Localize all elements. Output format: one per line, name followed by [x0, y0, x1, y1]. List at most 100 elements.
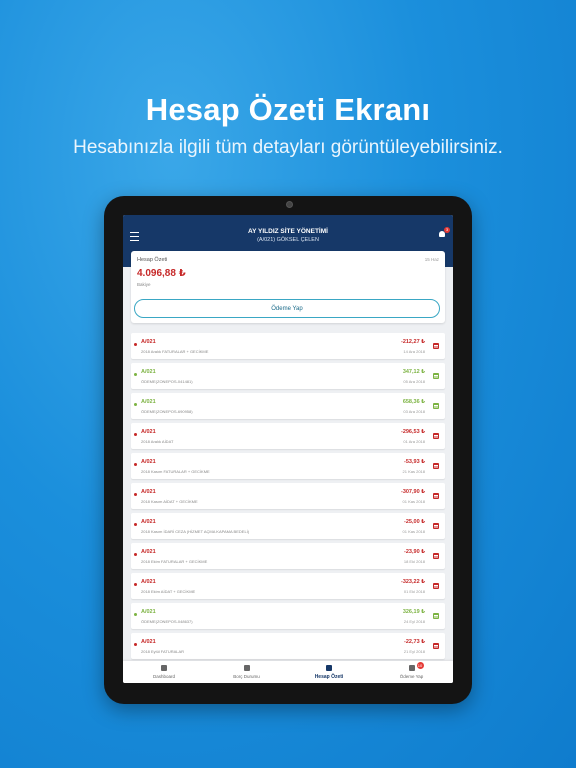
transaction-date: 01 Ara 2018: [403, 439, 425, 444]
dashboard-icon: [161, 665, 167, 671]
status-dot-icon: [134, 403, 137, 406]
transaction-description: ÖDEME(ZONEPOS-690958): [141, 409, 193, 414]
app-screen: AY YILDIZ SİTE YÖNETİMİ (A/021) GÖKSEL Ç…: [123, 215, 453, 683]
transaction-row[interactable]: A/021 ÖDEME(ZONEPOS-041481) 347,12 ₺ 05 Ara…: [131, 363, 445, 389]
document-icon[interactable]: [433, 493, 439, 499]
transaction-code: A/021: [141, 609, 156, 615]
status-dot-icon: [134, 643, 137, 646]
account-summary-card: Hesap Özeti 15 Haz 4.096,88 ₺ Bakiye Öde…: [131, 251, 445, 323]
status-dot-icon: [134, 433, 137, 436]
pay-button[interactable]: Ödeme Yap: [134, 299, 440, 318]
nav-label: Hesap Özeti: [314, 674, 344, 680]
transaction-date: 21 Eyl 2018: [403, 649, 425, 654]
transaction-amount: -53,93 ₺: [404, 459, 425, 465]
transaction-description: 2018 Kasım İDARİ CEZA (HİZMET AÇMA KAPAM…: [141, 529, 250, 534]
transaction-description: ÖDEME(ZONEPOS-041481): [141, 379, 193, 384]
document-icon[interactable]: [433, 343, 439, 349]
status-dot-icon: [134, 613, 137, 616]
transaction-description: 2018 Aralık AİDAT: [141, 439, 174, 444]
transaction-amount: -22,73 ₺: [404, 639, 425, 645]
promo-headline: Hesap Özeti Ekranı: [145, 92, 431, 127]
transaction-description: 2018 Aralık FATURALAR + GECİKME: [141, 349, 209, 354]
nav-item-dashboard[interactable]: Dashboard: [123, 661, 205, 683]
app-title: AY YILDIZ SİTE YÖNETİMİ: [248, 228, 328, 235]
tablet-frame: AY YILDIZ SİTE YÖNETİMİ (A/021) GÖKSEL Ç…: [104, 196, 472, 704]
transaction-row[interactable]: A/021 2018 Kasım FATURALAR + GECİKME -53,9…: [131, 453, 445, 479]
balance-amount: 4.096,88 ₺: [137, 268, 186, 279]
transaction-date: 01 Kas 2018: [402, 529, 425, 534]
summary-label: Hesap Özeti: [137, 257, 168, 263]
statement-icon: [326, 665, 332, 671]
transaction-code: A/021: [141, 459, 156, 465]
nav-label: Ödeme Yap: [399, 674, 424, 679]
transaction-row[interactable]: A/021 2018 Aralık AİDAT -296,53 ₺ 01 Ara 20…: [131, 423, 445, 449]
status-dot-icon: [134, 523, 137, 526]
transaction-code: A/021: [141, 579, 156, 585]
app-subtitle: (A/021) GÖKSEL ÇELEN: [257, 237, 319, 243]
transaction-amount: -323,22 ₺: [400, 579, 425, 585]
transaction-code: A/021: [141, 369, 156, 375]
document-icon[interactable]: [433, 403, 439, 409]
transaction-date: 01 Eki 2018: [403, 589, 425, 594]
transaction-row[interactable]: A/021 ÖDEME(ZONEPOS-690958) 658,36 ₺ 03 Ara…: [131, 393, 445, 419]
notification-badge: 3: [444, 227, 450, 233]
transaction-description: 2018 Ekim FATURALAR + GECİKME: [141, 559, 208, 564]
transaction-amount: 658,36 ₺: [402, 399, 425, 405]
transaction-amount: -212,27 ₺: [400, 339, 425, 345]
nav-item-payment[interactable]: Ödeme Yap 10: [371, 661, 453, 683]
nav-label: Borç Durumu: [233, 674, 260, 679]
transaction-description: 2018 Eylül FATURALAR: [141, 649, 185, 654]
document-icon[interactable]: [433, 613, 439, 619]
transaction-date: 14 Ara 2018: [403, 349, 425, 354]
document-icon[interactable]: [433, 373, 439, 379]
document-icon[interactable]: [433, 433, 439, 439]
transaction-row[interactable]: A/021 2018 Kasım AİDAT + GECİKME -307,90 ₺…: [131, 483, 445, 509]
document-icon[interactable]: [433, 583, 439, 589]
document-icon[interactable]: [433, 463, 439, 469]
nav-item-statement[interactable]: Hesap Özeti: [288, 661, 370, 683]
transaction-code: A/021: [141, 549, 156, 555]
transaction-date: 21 Kas 2018: [402, 469, 425, 474]
transaction-description: 2018 Kasım AİDAT + GECİKME: [141, 499, 198, 504]
camera-icon: [286, 201, 293, 208]
nav-badge: 10: [416, 662, 424, 669]
transaction-code: A/021: [141, 489, 156, 495]
transaction-row[interactable]: A/021 ÖDEME(ZONEPOS-048637) 326,19 ₺ 24 Eyl…: [131, 603, 445, 629]
transaction-code: A/021: [141, 519, 156, 525]
status-dot-icon: [134, 373, 137, 376]
transaction-date: 24 Eyl 2018: [403, 619, 425, 624]
transaction-row[interactable]: A/021 2018 Aralık FATURALAR + GECİKME -212…: [131, 333, 445, 359]
status-dot-icon: [134, 463, 137, 466]
transaction-row[interactable]: A/021 2018 Eylül FATURALAR -22,73 ₺ 21 Eyl …: [131, 633, 445, 659]
transaction-amount: 347,12 ₺: [402, 369, 425, 375]
nav-label: Dashboard: [152, 674, 175, 679]
nav-item-debt[interactable]: Borç Durumu: [206, 661, 288, 683]
transaction-description: 2018 Ekim AİDAT + GECİKME: [141, 589, 196, 594]
transaction-amount: -307,90 ₺: [400, 489, 425, 495]
transaction-amount: -23,90 ₺: [404, 549, 425, 555]
document-icon[interactable]: [433, 643, 439, 649]
debt-icon: [243, 665, 250, 671]
transaction-date: 05 Ara 2018: [403, 379, 425, 384]
bottom-navigation: Dashboard Borç Durumu Hesap Özeti Ödeme Yap…: [123, 661, 453, 683]
transaction-code: A/021: [141, 429, 156, 435]
transaction-row[interactable]: A/021 2018 Ekim FATURALAR + GECİKME -23,90…: [131, 543, 445, 569]
transaction-row[interactable]: A/021 2018 Kasım İDARİ CEZA (HİZMET AÇMA …: [131, 513, 445, 539]
transaction-date: 01 Kas 2018: [402, 499, 425, 504]
transaction-description: ÖDEME(ZONEPOS-048637): [141, 619, 193, 624]
document-icon[interactable]: [433, 553, 439, 559]
summary-date: 15 Haz: [424, 257, 439, 262]
status-dot-icon: [134, 583, 137, 586]
transaction-description: 2018 Kasım FATURALAR + GECİKME: [141, 469, 210, 474]
document-icon[interactable]: [433, 523, 439, 529]
transaction-code: A/021: [141, 399, 156, 405]
transaction-amount: -25,00 ₺: [404, 519, 425, 525]
transaction-code: A/021: [141, 639, 156, 645]
payment-icon: [408, 665, 415, 671]
promo-subline: Hesabınızla ilgili tüm detayları görüntü…: [73, 137, 503, 158]
status-dot-icon: [134, 553, 137, 556]
transaction-code: A/021: [141, 339, 156, 345]
transaction-row[interactable]: A/021 2018 Ekim AİDAT + GECİKME -323,22 ₺ 0…: [131, 573, 445, 599]
transaction-amount: -296,53 ₺: [400, 429, 425, 435]
transaction-date: 18 Eki 2018: [403, 559, 425, 564]
